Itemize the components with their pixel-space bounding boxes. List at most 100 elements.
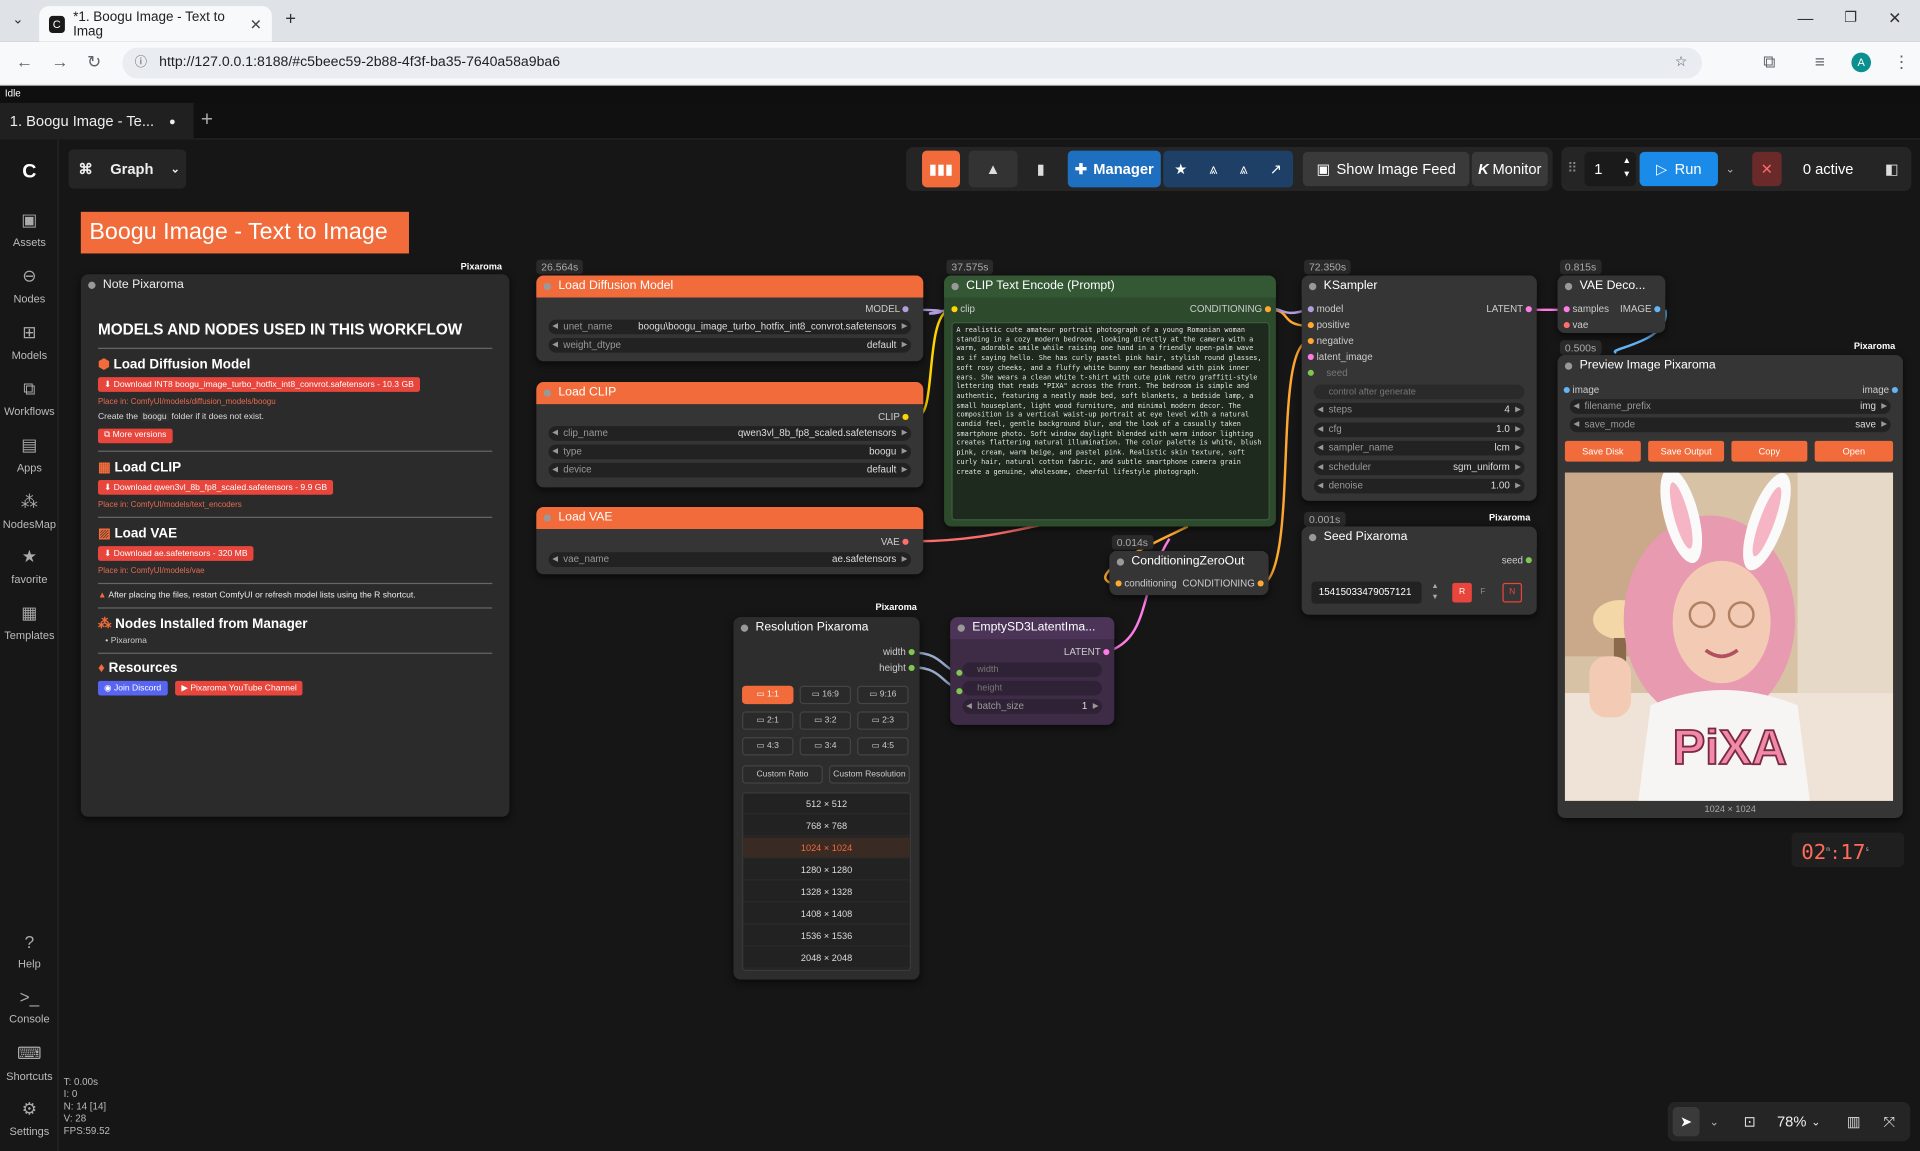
- sidebar-item-models[interactable]: ⊞ Models: [0, 322, 59, 361]
- output-width[interactable]: width: [883, 647, 915, 658]
- site-info-icon[interactable]: ⓘ: [135, 48, 147, 79]
- more-versions-button[interactable]: ⧉ More versions: [97, 428, 173, 444]
- output-image[interactable]: IMAGE: [1620, 304, 1661, 315]
- ratio-button-6[interactable]: ▭ 4:3: [742, 737, 794, 756]
- input-model[interactable]: model: [1307, 304, 1343, 315]
- run-button[interactable]: ▷ Run: [1639, 151, 1718, 187]
- select-tool-button[interactable]: ➤: [1672, 1106, 1700, 1137]
- bookmark-button[interactable]: ▮: [1026, 151, 1055, 188]
- seed-fixed-button[interactable]: F: [1473, 583, 1493, 603]
- input-negative[interactable]: negative: [1307, 336, 1354, 347]
- load-diffusion-model-node[interactable]: Load Diffusion Model MODEL unet_nameboog…: [536, 275, 924, 362]
- input-conditioning[interactable]: conditioning: [1115, 578, 1177, 589]
- new-workflow-icon[interactable]: +: [201, 108, 213, 132]
- output-image[interactable]: image: [1862, 384, 1898, 396]
- sidebar-item-shortcuts[interactable]: ⌨ Shortcuts: [0, 1043, 59, 1082]
- discord-button[interactable]: ◉ Join Discord: [97, 680, 168, 696]
- resolution-option[interactable]: 1280 × 1280: [743, 860, 910, 881]
- ratio-button-4[interactable]: ▭ 3:2: [799, 711, 852, 730]
- monitor-button[interactable]: K Monitor: [1471, 151, 1548, 187]
- custom-ratio-button[interactable]: Custom Ratio: [742, 765, 823, 784]
- fit-view-button[interactable]: ⊡: [1736, 1107, 1763, 1136]
- bookmark-star-icon[interactable]: ☆: [1675, 48, 1688, 79]
- ksampler-widget-3[interactable]: schedulersgm_uniform: [1313, 459, 1525, 475]
- download-model-button[interactable]: ⬇ Download INT8 boogu_image_turbo_hotfix…: [97, 377, 420, 392]
- minimap-button[interactable]: ▥: [1840, 1107, 1867, 1136]
- ratio-button-7[interactable]: ▭ 3:4: [799, 737, 852, 756]
- drag-handle-icon[interactable]: ⠿: [1567, 160, 1577, 177]
- save-mode-widget[interactable]: save_modesave: [1569, 417, 1891, 433]
- clip-device-widget[interactable]: devicedefault: [548, 462, 912, 478]
- sidebar-item-nodesmap[interactable]: ⁂ NodesMap: [0, 491, 59, 530]
- run-options-icon[interactable]: ⌄: [1719, 152, 1741, 186]
- output-conditioning[interactable]: CONDITIONING: [1190, 304, 1272, 315]
- height-widget[interactable]: height: [962, 680, 1103, 696]
- sidebar-item-templates[interactable]: ▦ Templates: [0, 602, 59, 641]
- weight-dtype-widget[interactable]: weight_dtypedefault: [548, 337, 912, 353]
- graph-mode-button[interactable]: ⌘ Graph ⌄: [68, 149, 187, 189]
- profile-avatar[interactable]: A: [1851, 52, 1872, 73]
- tool-options-icon[interactable]: ⌄: [1704, 1107, 1724, 1136]
- input-vae[interactable]: vae: [1563, 320, 1588, 331]
- sidebar-item-workflows[interactable]: ⧉ Workflows: [0, 378, 59, 417]
- cancel-run-button[interactable]: ✕: [1752, 151, 1782, 187]
- sidebar-item-favorite[interactable]: ★ favorite: [0, 546, 59, 585]
- ratio-button-0[interactable]: ▭ 1:1: [742, 685, 794, 705]
- seed-pixaroma-node[interactable]: Seed Pixaroma seed 15415033479057121 ▲ ▼ …: [1301, 526, 1537, 615]
- output-model[interactable]: MODEL: [865, 304, 909, 315]
- resolution-option[interactable]: 2048 × 2048: [743, 948, 910, 969]
- input-samples[interactable]: samples: [1563, 304, 1609, 315]
- resolution-option[interactable]: 1408 × 1408: [743, 904, 910, 925]
- media-icon[interactable]: ≡: [1815, 51, 1825, 71]
- logo-button[interactable]: ▲: [968, 150, 1018, 188]
- sidebar-item-assets[interactable]: ▣ Assets: [0, 209, 59, 248]
- zoom-control[interactable]: 78% ⌄: [1771, 1107, 1827, 1136]
- copy-button[interactable]: Copy: [1731, 440, 1808, 462]
- ksampler-widget-1[interactable]: cfg1.0: [1313, 421, 1525, 437]
- load-vae-node[interactable]: Load VAE VAE vae_nameae.safetensors: [536, 506, 924, 575]
- input-seed[interactable]: seed: [1307, 367, 1348, 378]
- pixaroma-button[interactable]: ▮▮▮: [922, 150, 961, 188]
- output-latent[interactable]: LATENT: [1064, 647, 1110, 658]
- close-window-icon[interactable]: ✕: [1888, 9, 1901, 29]
- note-node[interactable]: Note Pixaroma Pixaroma MODELS AND NODES …: [80, 261, 510, 817]
- output-clip[interactable]: CLIP: [878, 411, 909, 422]
- custom-resolution-button[interactable]: Custom Resolution: [828, 765, 910, 784]
- address-bar[interactable]: ⓘ http://127.0.0.1:8188/#c5beec59-2b88-4…: [122, 47, 1703, 79]
- seed-value-input[interactable]: 15415033479057121: [1311, 581, 1422, 604]
- resolution-option[interactable]: 512 × 512: [743, 793, 910, 815]
- output-vae[interactable]: VAE: [881, 536, 909, 547]
- input-height-dot[interactable]: [956, 684, 963, 696]
- preview-image-node[interactable]: Preview Image Pixaroma image image filen…: [1557, 355, 1903, 818]
- browser-menu-icon[interactable]: ⋮: [1893, 51, 1910, 72]
- manager-tools[interactable]: ★ ⩓ ⩓ ↗: [1163, 150, 1294, 188]
- ksampler-widget-0[interactable]: steps4: [1313, 402, 1525, 418]
- resolution-option[interactable]: 1536 × 1536: [743, 926, 910, 947]
- seed-stepper-icon[interactable]: ▲ ▼: [1431, 582, 1438, 604]
- unet-name-widget[interactable]: unet_nameboogu\boogu_image_turbo_hotfix_…: [548, 319, 912, 335]
- input-latent-image[interactable]: latent_image: [1307, 351, 1373, 362]
- close-tab-icon[interactable]: ✕: [250, 15, 262, 32]
- restore-icon[interactable]: ❐: [1844, 9, 1857, 26]
- clip-type-widget[interactable]: typeboogu: [548, 444, 912, 460]
- clip-name-widget[interactable]: clip_nameqwen3vl_8b_fp8_scaled.safetenso…: [548, 426, 912, 441]
- ksampler-node[interactable]: KSampler model positive negative latent_…: [1301, 275, 1537, 501]
- control-after-generate-widget[interactable]: control after generate: [1313, 384, 1525, 400]
- resolution-pixaroma-node[interactable]: Resolution Pixaroma width height ▭ 1:1 ▭ …: [733, 617, 920, 980]
- sidebar-item-apps[interactable]: ▤ Apps: [0, 435, 59, 474]
- seed-random-button[interactable]: R: [1452, 582, 1472, 603]
- ratio-button-8[interactable]: ▭ 4:5: [857, 737, 909, 756]
- toggle-panel-button[interactable]: ◧: [1876, 152, 1908, 186]
- clip-text-encode-node[interactable]: CLIP Text Encode (Prompt) clip CONDITION…: [944, 275, 1276, 527]
- resolution-option[interactable]: 768 × 768: [743, 816, 910, 837]
- hide-links-button[interactable]: ⤧: [1876, 1107, 1903, 1136]
- extensions-icon[interactable]: ⧉: [1763, 51, 1775, 72]
- stepper-icon[interactable]: ▲ ▼: [1623, 154, 1631, 181]
- show-image-feed-button[interactable]: ▣ Show Image Feed: [1302, 151, 1470, 187]
- active-queue-button[interactable]: 0 active: [1791, 152, 1864, 186]
- output-height[interactable]: height: [879, 662, 915, 673]
- preview-image[interactable]: PiXA: [1564, 472, 1894, 801]
- resolution-option[interactable]: 1328 × 1328: [743, 882, 910, 903]
- sidebar-item-help[interactable]: ? Help: [0, 932, 59, 970]
- output-seed[interactable]: seed: [1502, 555, 1532, 566]
